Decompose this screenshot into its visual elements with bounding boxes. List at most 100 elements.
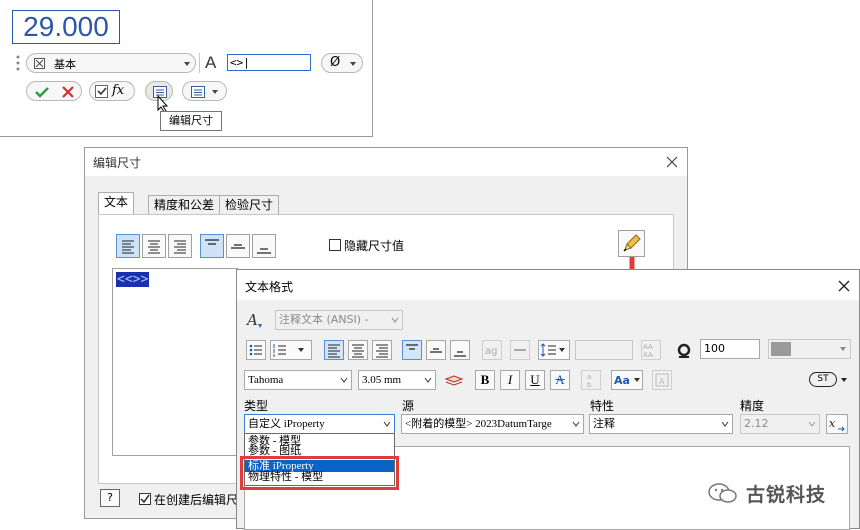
hide-value-checkbox[interactable] xyxy=(329,239,341,251)
ok-button[interactable] xyxy=(31,84,53,100)
valign-top-button[interactable] xyxy=(402,340,422,360)
highlight-box xyxy=(240,456,399,490)
divider xyxy=(199,53,200,73)
stretch-percent-field[interactable]: 100 xyxy=(700,339,760,359)
bold-button[interactable]: B xyxy=(475,370,495,390)
align-center-button[interactable] xyxy=(142,234,166,258)
tab-inspection[interactable]: 检验尺寸 xyxy=(219,195,280,216)
line-spacing-button[interactable] xyxy=(538,340,570,360)
valign-middle-button[interactable] xyxy=(426,340,446,360)
chevron-down-icon xyxy=(721,421,729,427)
font-size-value: 3.05 mm xyxy=(362,374,402,386)
valign-top-icon xyxy=(406,344,418,350)
tab-text[interactable]: 文本 xyxy=(98,192,135,215)
valign-bottom-button[interactable] xyxy=(450,340,470,360)
dimension-text-value: <>| xyxy=(230,56,250,69)
help-button[interactable]: ? xyxy=(100,489,120,507)
close-icon[interactable] xyxy=(665,155,679,169)
svg-text:A: A xyxy=(659,377,665,386)
align-center-icon xyxy=(148,240,160,254)
valign-bottom-icon xyxy=(454,351,466,357)
edit-after-create-checkbox[interactable] xyxy=(139,493,151,505)
symbol-button: A xyxy=(652,370,672,390)
symbol-icon: A xyxy=(655,373,669,387)
grip-handle[interactable] xyxy=(14,54,22,72)
svg-text:a: a xyxy=(587,373,591,381)
chevron-down-icon xyxy=(340,377,348,383)
diameter-symbol-icon: Ø xyxy=(330,55,341,70)
type-combo[interactable]: 自定义 iProperty xyxy=(244,414,395,434)
align-right-button[interactable] xyxy=(372,340,392,360)
valign-top-button[interactable] xyxy=(200,234,224,258)
source-label: 源 xyxy=(402,399,415,413)
align-center-icon xyxy=(352,344,364,358)
dimension-mini-toolbar-panel: 29.000 基本 A <>| Ø fx 编辑尺寸 xyxy=(0,0,373,137)
stack-button: ag xyxy=(482,340,502,360)
text-style-combo[interactable]: 注释文本 (ANSI) - xyxy=(275,310,403,330)
text-style-icon[interactable]: A xyxy=(205,53,221,73)
symbol-dropdown[interactable]: Ø xyxy=(321,53,363,73)
checkbox-icon[interactable] xyxy=(95,85,108,98)
list-icon xyxy=(191,86,205,98)
property-combo-value: 注释 xyxy=(593,417,615,430)
align-left-button[interactable] xyxy=(116,234,140,258)
dimension-text-editor[interactable]: <<>> xyxy=(112,268,238,456)
line-icon xyxy=(514,349,526,351)
layers-icon[interactable] xyxy=(444,371,464,389)
line-button xyxy=(510,340,530,360)
case-change-icon: Aa xyxy=(614,374,640,387)
source-combo[interactable]: <附着的模型> 2023DatumTarge xyxy=(401,414,584,434)
valign-middle-icon xyxy=(430,348,442,353)
insert-parameter-button[interactable]: x xyxy=(826,414,848,434)
align-left-button[interactable] xyxy=(324,340,344,360)
align-right-button[interactable] xyxy=(168,234,192,258)
italic-button[interactable]: I xyxy=(500,370,520,390)
close-icon xyxy=(62,86,74,98)
numbered-list-button[interactable] xyxy=(270,340,312,360)
strikethrough-button[interactable]: A xyxy=(550,370,570,390)
svg-text:ag: ag xyxy=(485,346,497,357)
chevron-down-icon xyxy=(212,90,218,94)
valign-bottom-button[interactable] xyxy=(252,234,276,258)
insert-parameter-icon: x xyxy=(829,417,845,432)
text-style-st-button[interactable]: ST xyxy=(808,371,850,389)
editor-selected-text: <<>> xyxy=(116,272,150,287)
bullet-list-button[interactable] xyxy=(246,340,266,360)
hide-value-label: 隐藏尺寸值 xyxy=(344,239,405,253)
svg-text:Aa: Aa xyxy=(614,374,630,387)
precision-combo[interactable]: 2.12 xyxy=(740,414,820,434)
font-size-combo[interactable]: 3.05 mm xyxy=(358,370,436,390)
numbered-list-icon xyxy=(273,344,304,357)
underline-button[interactable]: U xyxy=(525,370,545,390)
stretch-percent-value: 100 xyxy=(704,342,725,355)
chevron-down-icon xyxy=(184,62,190,66)
precision-combo-value: 2.12 xyxy=(744,417,769,430)
dialog-title: 编辑尺寸 xyxy=(93,156,142,170)
style-checkbox[interactable] xyxy=(34,58,45,69)
property-combo[interactable]: 注释 xyxy=(589,414,733,434)
style-combo[interactable]: 基本 xyxy=(26,53,196,73)
color-combo[interactable] xyxy=(768,339,851,359)
options-dropdown[interactable] xyxy=(182,81,227,101)
tab-precision-tolerance[interactable]: 精度和公差 xyxy=(148,195,221,216)
dimension-text-field[interactable]: <>| xyxy=(227,54,311,71)
case-button[interactable]: Aa xyxy=(611,370,643,390)
fit-text-icon: AAAA xyxy=(643,343,653,359)
superscript-button: ab xyxy=(581,370,601,390)
stack-text-icon: ag xyxy=(485,346,497,357)
align-center-button[interactable] xyxy=(348,340,368,360)
text-format-button[interactable] xyxy=(618,230,645,257)
help-icon: ? xyxy=(107,491,113,504)
text-style-combo-value: 注释文本 (ANSI) - xyxy=(279,313,369,326)
svg-text:AA: AA xyxy=(643,351,653,359)
svg-text:b: b xyxy=(587,381,592,389)
cancel-button[interactable] xyxy=(57,84,79,100)
dimension-value-display[interactable]: 29.000 xyxy=(12,10,120,44)
valign-middle-button[interactable] xyxy=(226,234,250,258)
function-group: fx xyxy=(89,81,135,101)
font-combo[interactable]: Tahoma xyxy=(244,370,352,390)
close-icon[interactable] xyxy=(837,279,851,293)
pencil-icon xyxy=(623,234,641,252)
chevron-down-icon xyxy=(841,378,847,382)
fx-icon[interactable]: fx xyxy=(112,83,124,98)
